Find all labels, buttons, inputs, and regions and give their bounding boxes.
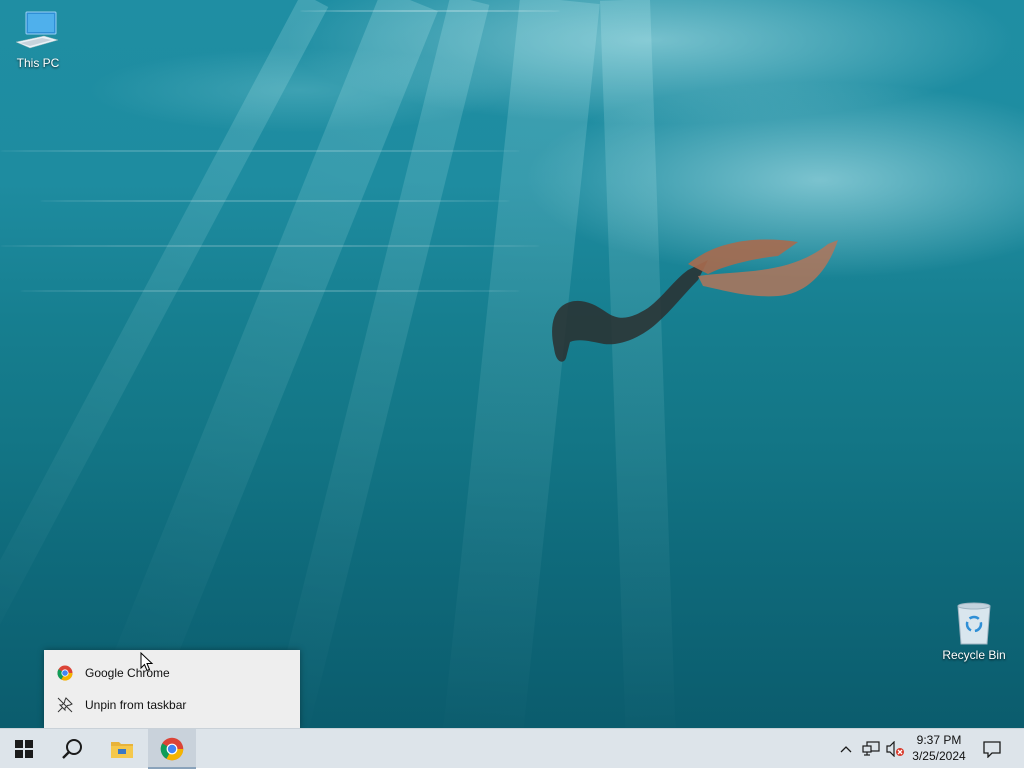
volume-muted-icon xyxy=(886,741,904,757)
jumplist-item-label: Unpin from taskbar xyxy=(85,698,187,712)
file-explorer-button[interactable] xyxy=(98,729,146,769)
wave-streak xyxy=(0,245,540,247)
wave-streak xyxy=(40,200,510,202)
wave-streak xyxy=(300,10,560,12)
windows-logo-icon xyxy=(15,740,33,758)
search-icon xyxy=(62,739,82,759)
wave-streak xyxy=(20,290,520,292)
action-center-button[interactable] xyxy=(978,729,1006,769)
desktop-icon-this-pc[interactable]: This PC xyxy=(0,10,76,70)
chrome-icon xyxy=(160,737,184,761)
start-button[interactable] xyxy=(0,729,48,769)
chrome-jump-list: Google Chrome Unpin from taskbar xyxy=(44,650,300,728)
search-button[interactable] xyxy=(48,729,96,769)
recycle-bin-icon xyxy=(957,602,991,645)
wave-streak xyxy=(0,150,520,152)
desktop-icon-label: This PC xyxy=(16,56,60,70)
diver-silhouette xyxy=(552,239,838,362)
jumplist-item-unpin[interactable]: Unpin from taskbar xyxy=(44,689,300,721)
desktop-wallpaper: This PC Recycle Bin Google Chrome Unpin … xyxy=(0,0,1024,728)
jumplist-item-label: Google Chrome xyxy=(85,666,170,680)
taskbar-clock[interactable]: 9:37 PM 3/25/2024 xyxy=(904,732,974,764)
network-icon xyxy=(862,741,880,756)
clock-time: 9:37 PM xyxy=(916,733,962,747)
network-tray-button[interactable] xyxy=(860,729,882,769)
unpin-icon xyxy=(56,696,74,714)
notification-icon xyxy=(983,741,1001,758)
desktop-icon-label: Recycle Bin xyxy=(942,648,1006,662)
jumplist-item-google-chrome[interactable]: Google Chrome xyxy=(44,657,300,689)
clock-date: 3/25/2024 xyxy=(912,749,966,763)
taskbar: 9:37 PM 3/25/2024 xyxy=(0,728,1024,769)
this-pc-icon xyxy=(15,11,59,49)
volume-tray-button[interactable] xyxy=(884,729,906,769)
show-hidden-icons-button[interactable] xyxy=(836,729,856,769)
chrome-icon xyxy=(56,664,74,682)
chevron-up-icon xyxy=(840,746,852,753)
mouse-cursor-icon xyxy=(140,652,154,672)
folder-icon xyxy=(111,742,133,758)
desktop-icon-recycle-bin[interactable]: Recycle Bin xyxy=(936,602,1012,662)
google-chrome-taskbar-button[interactable] xyxy=(148,729,196,769)
